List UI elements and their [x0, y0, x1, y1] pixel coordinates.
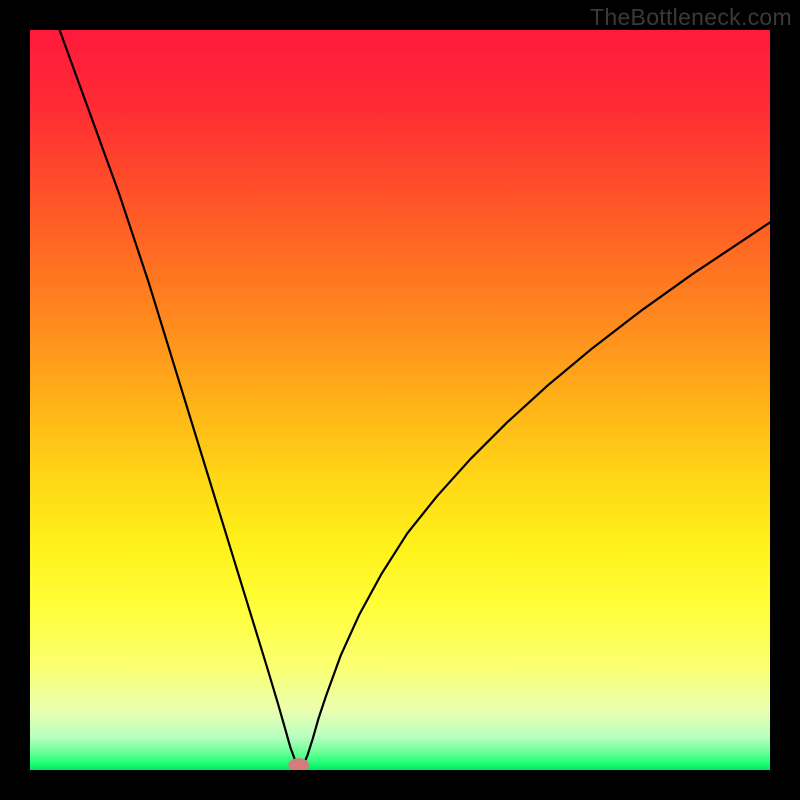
gradient-background [30, 30, 770, 770]
bottleneck-plot [30, 30, 770, 770]
chart-frame: TheBottleneck.com [0, 0, 800, 800]
watermark-text: TheBottleneck.com [590, 4, 792, 31]
